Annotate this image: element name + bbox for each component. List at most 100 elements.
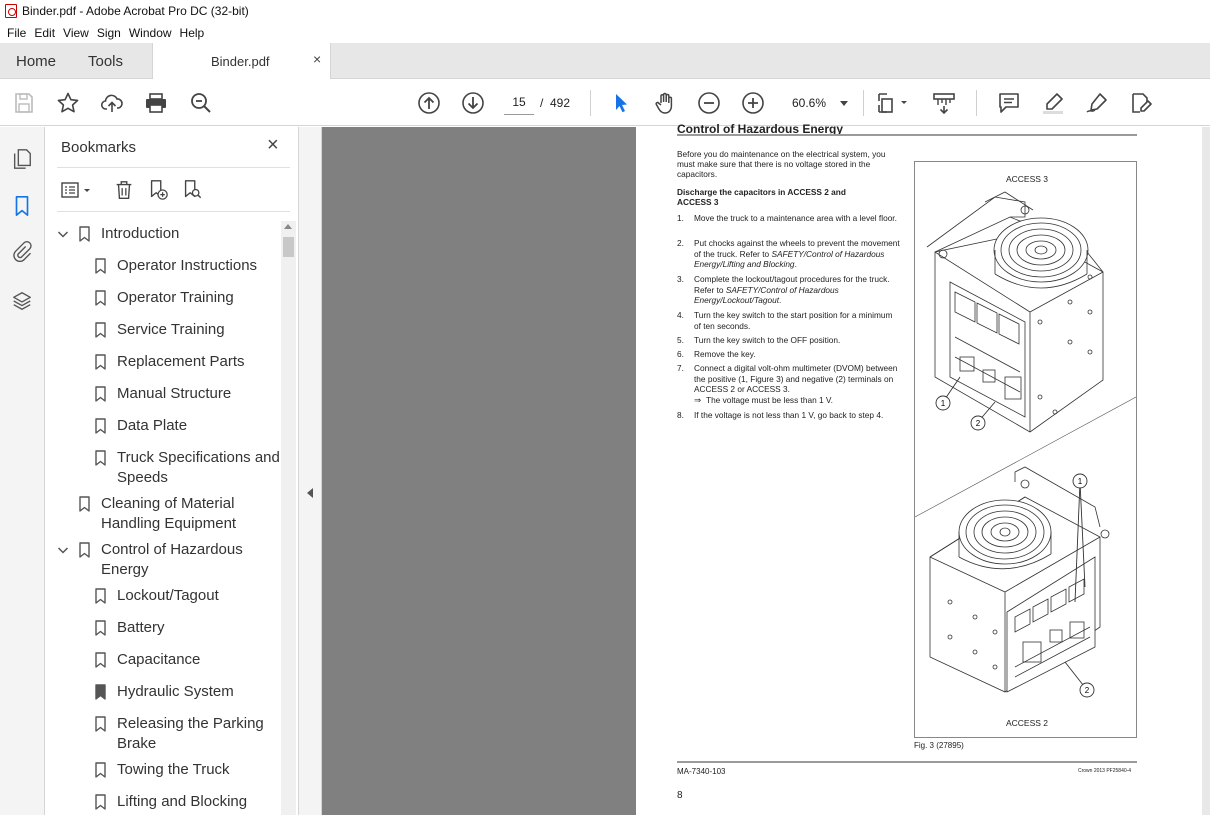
bookmark-icon: [95, 716, 106, 732]
bookmark-icon: [95, 258, 106, 274]
tab-close-icon[interactable]: ×: [313, 51, 321, 67]
sign-pen-icon[interactable]: [1085, 91, 1109, 115]
page-thumbnails-icon[interactable]: [10, 147, 34, 171]
bookmark-item[interactable]: Truck Specifications and Speeds: [45, 448, 281, 490]
bookmark-label: Introduction: [101, 225, 180, 242]
layers-icon[interactable]: [10, 289, 34, 313]
tab-document[interactable]: Binder.pdf ×: [152, 43, 331, 79]
bookmark-icon: [95, 386, 106, 402]
callout-label: 2: [1085, 686, 1090, 695]
bookmark-item[interactable]: Operator Instructions: [45, 256, 281, 278]
footer-page-number: 8: [677, 790, 683, 801]
highlight-pen-icon[interactable]: [1041, 91, 1065, 115]
bookmark-item[interactable]: Manual Structure: [45, 384, 281, 406]
footer-copyright: Crown 2013 PF25840-4: [1078, 768, 1132, 774]
menu-window[interactable]: Window: [129, 26, 180, 40]
bookmark-label: Service Training: [117, 321, 225, 338]
bookmark-icon: [95, 322, 106, 338]
tab-tools[interactable]: Tools: [88, 53, 123, 70]
bookmark-item[interactable]: Hydraulic System: [45, 682, 281, 704]
upload-cloud-icon[interactable]: [100, 91, 124, 115]
document-scrollbar[interactable]: [1202, 127, 1210, 815]
scrollbar-thumb[interactable]: [283, 237, 294, 257]
bookmark-item[interactable]: Towing the Truck: [45, 760, 281, 782]
hand-tool-icon[interactable]: [653, 91, 677, 115]
bookmark-item[interactable]: Operator Training: [45, 288, 281, 310]
bookmark-label: Battery: [117, 619, 165, 636]
select-cursor-icon[interactable]: [609, 91, 633, 115]
access-panels-illustration: ACCESS 3 1 2 1 2 ACCESS 2: [914, 174, 1137, 728]
zoom-search-icon[interactable]: [189, 91, 213, 115]
bookmark-search-icon[interactable]: [179, 177, 205, 203]
scroll-mode-icon[interactable]: [932, 91, 956, 115]
menu-file[interactable]: File: [0, 26, 34, 40]
bookmark-item[interactable]: Lifting and Blocking: [45, 792, 281, 814]
panel-collapse-strip[interactable]: [298, 127, 322, 815]
chevron-down-icon[interactable]: [57, 228, 69, 240]
figure-frame: ACCESS 3 1 2 1 2 ACCESS 2: [914, 161, 1137, 738]
bookmark-label: Capacitance: [117, 651, 201, 668]
chevron-down-icon[interactable]: [57, 544, 69, 556]
zoom-level-value: 60.6%: [792, 96, 827, 110]
bookmark-item[interactable]: Releasing the Parking Brake: [45, 714, 281, 756]
close-icon[interactable]: ×: [267, 135, 279, 155]
bookmark-item[interactable]: Capacitance: [45, 650, 281, 672]
bookmark-item[interactable]: Data Plate: [45, 416, 281, 438]
menu-edit[interactable]: Edit: [34, 26, 63, 40]
navigation-rail: [0, 127, 45, 815]
bookmark-icon: [95, 450, 106, 466]
toolbar-divider: [976, 90, 977, 116]
document-view[interactable]: Control of Hazardous Energy Before you d…: [322, 122, 1202, 815]
new-bookmark-icon[interactable]: [145, 177, 171, 203]
toolbar-divider: [590, 90, 591, 116]
tab-home[interactable]: Home: [16, 53, 56, 70]
bookmark-item[interactable]: Introduction: [45, 224, 281, 246]
bookmark-item[interactable]: Battery: [45, 618, 281, 640]
bookmark-icon: [95, 588, 106, 604]
next-page-icon[interactable]: [461, 91, 485, 115]
bookmark-label: Control of Hazardous Energy: [101, 541, 243, 578]
panel-divider: [57, 211, 290, 212]
bookmarks-panel-title: Bookmarks: [61, 139, 137, 156]
bookmark-icon: [95, 794, 106, 810]
footer-doc-code: MA-7340-103: [677, 767, 726, 776]
bookmark-label: Manual Structure: [117, 385, 232, 402]
page-number-input[interactable]: 15: [504, 91, 534, 115]
menu-view[interactable]: View: [63, 26, 97, 40]
bookmark-icon: [95, 762, 106, 778]
collapse-arrow-icon[interactable]: [307, 488, 313, 498]
save-icon[interactable]: [12, 91, 36, 115]
main-toolbar: 15 / 492 60.6%: [0, 80, 1210, 126]
bookmark-star-icon[interactable]: [56, 91, 80, 115]
bookmarks-scrollbar[interactable]: [281, 221, 296, 815]
zoom-in-icon[interactable]: [741, 91, 765, 115]
bookmark-item[interactable]: Control of Hazardous Energy: [45, 540, 281, 582]
bookmark-options-icon[interactable]: [59, 177, 95, 203]
figure-top-label: ACCESS 3: [1006, 174, 1048, 184]
page-fit-icon[interactable]: [876, 91, 912, 115]
bookmark-item[interactable]: Replacement Parts: [45, 352, 281, 374]
menu-sign[interactable]: Sign: [97, 26, 129, 40]
chevron-down-icon: [840, 101, 848, 106]
bookmarks-panel-icon[interactable]: [10, 194, 34, 218]
menu-help[interactable]: Help: [180, 26, 213, 40]
bookmark-item[interactable]: Lockout/Tagout: [45, 586, 281, 608]
zoom-out-icon[interactable]: [697, 91, 721, 115]
print-icon[interactable]: [144, 91, 168, 115]
scroll-up-arrow-icon[interactable]: [284, 224, 292, 229]
panel-divider: [57, 167, 290, 168]
comment-icon[interactable]: [997, 91, 1021, 115]
bookmark-label: Lockout/Tagout: [117, 587, 219, 604]
delete-bookmark-icon[interactable]: [111, 177, 137, 203]
zoom-level-select[interactable]: 60.6%: [784, 91, 852, 115]
attachments-icon[interactable]: [10, 240, 34, 264]
figure-bottom-label: ACCESS 2: [1006, 718, 1048, 728]
callout-label: 2: [976, 419, 981, 428]
menu-bar: File Edit View Sign Window Help: [0, 22, 1210, 43]
edit-pdf-icon[interactable]: [1129, 91, 1153, 115]
previous-page-icon[interactable]: [417, 91, 441, 115]
section-subheading: Discharge the capacitors in ACCESS 2 and…: [677, 187, 846, 207]
bookmark-item[interactable]: Cleaning of Material Handling Equipment: [45, 494, 281, 536]
bookmark-icon: [95, 418, 106, 434]
bookmark-item[interactable]: Service Training: [45, 320, 281, 342]
